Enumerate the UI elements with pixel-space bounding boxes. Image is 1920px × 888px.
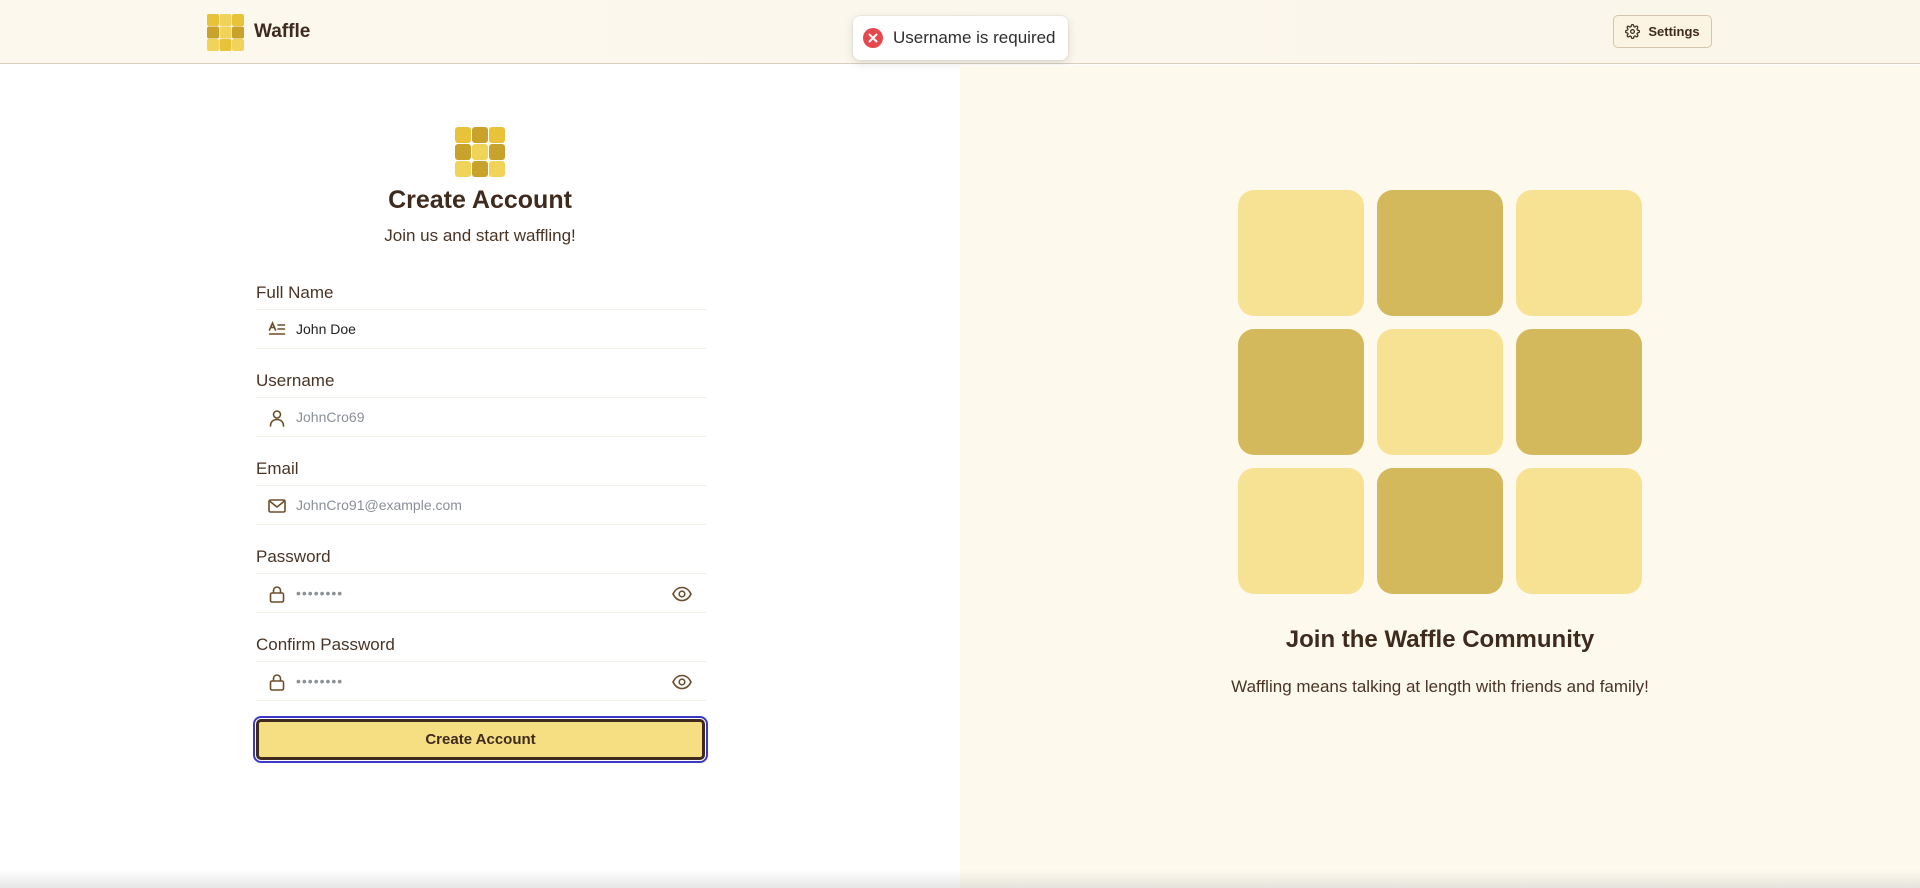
email-label: Email [256, 459, 299, 478]
brand[interactable]: Waffle [207, 13, 310, 51]
confirm-password-field-group: Confirm Password [256, 635, 706, 701]
email-input[interactable] [296, 486, 656, 524]
confirm-password-box [256, 661, 706, 701]
waffle-cell-light [1238, 190, 1364, 316]
password-input[interactable] [296, 574, 656, 612]
promo-title: Join the Waffle Community [1285, 626, 1595, 653]
waffle-cell-light [1516, 468, 1642, 594]
full-name-label: Full Name [256, 283, 334, 302]
full-name-box [256, 309, 706, 349]
user-icon [269, 410, 285, 427]
password-box [256, 573, 706, 613]
promo-panel: Join the Waffle Community Waffling means… [960, 65, 1920, 888]
password-label: Password [256, 547, 331, 566]
waffle-cell-light [1238, 468, 1364, 594]
waffle-cell-light [1516, 190, 1642, 316]
confirm-password-label: Confirm Password [256, 635, 395, 654]
waffle-grid-illustration [1238, 190, 1642, 594]
username-box [256, 397, 706, 437]
page-subtitle: Join us and start waffling! [384, 226, 576, 245]
eye-icon[interactable] [672, 673, 692, 691]
eye-icon[interactable] [672, 585, 692, 603]
brand-name: Waffle [254, 21, 311, 42]
create-account-button[interactable]: Create Account [253, 716, 708, 763]
mail-icon [268, 499, 286, 513]
full-name-field-group: Full Name [256, 283, 706, 349]
username-field-group: Username [256, 371, 706, 437]
settings-label: Settings [1648, 24, 1700, 39]
waffle-cell-light [1377, 329, 1503, 455]
waffle-cell-dark [1377, 468, 1503, 594]
error-toast: Username is required [853, 16, 1068, 60]
lock-icon [269, 674, 285, 691]
waffle-cell-dark [1377, 190, 1503, 316]
password-field-group: Password [256, 547, 706, 613]
waffle-cell-dark [1516, 329, 1642, 455]
toast-message: Username is required [893, 28, 1056, 47]
error-circle-icon [863, 28, 883, 48]
gear-icon [1625, 24, 1641, 39]
username-input[interactable] [296, 398, 656, 436]
settings-button[interactable]: Settings [1613, 15, 1712, 48]
confirm-password-input[interactable] [296, 662, 656, 700]
waffle-logo-icon [455, 127, 505, 177]
waffle-cell-dark [1238, 329, 1364, 455]
promo-subtitle: Waffling means talking at length with fr… [1231, 677, 1649, 696]
text-lines-icon [268, 321, 286, 335]
lock-icon [269, 586, 285, 603]
email-box [256, 485, 706, 525]
email-field-group: Email [256, 459, 706, 525]
page-title: Create Account [388, 186, 572, 214]
full-name-input[interactable] [296, 310, 656, 348]
username-label: Username [256, 371, 335, 390]
waffle-logo-icon [207, 13, 244, 51]
